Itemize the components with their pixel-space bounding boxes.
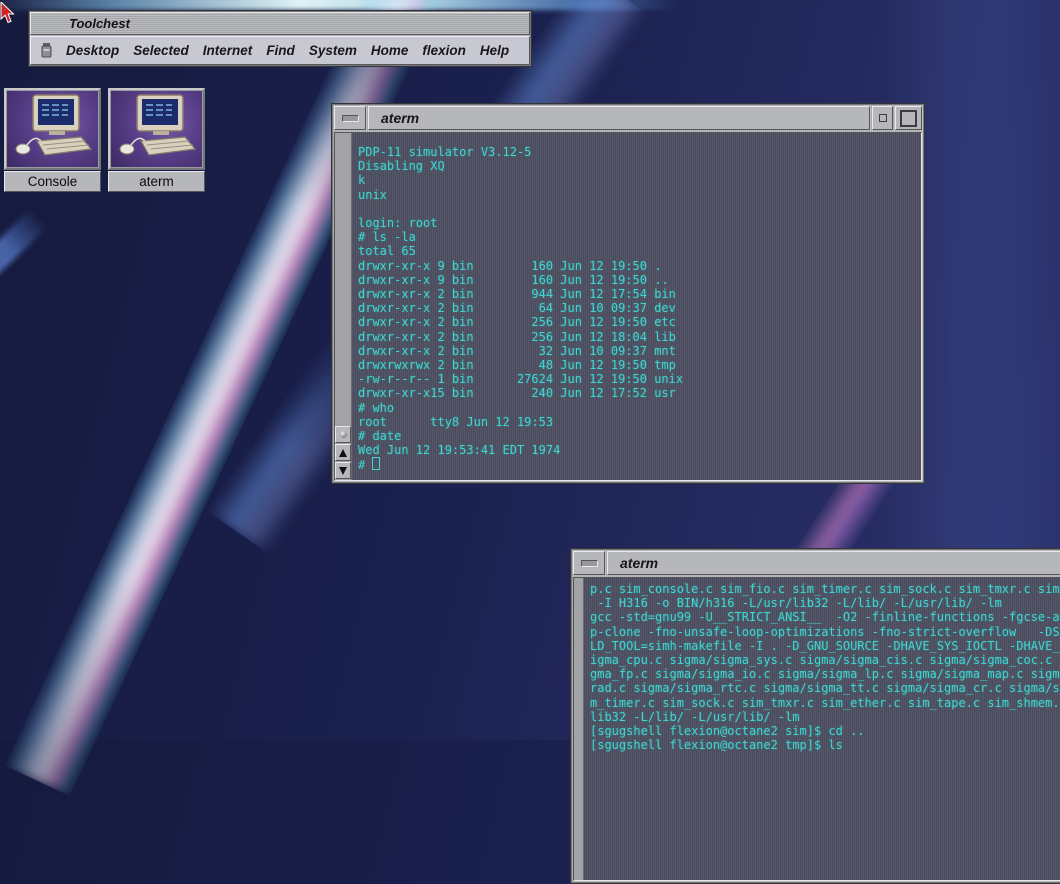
scrollbar-knob[interactable] (335, 426, 351, 443)
console-icon (4, 88, 101, 170)
toolchest-jar-icon (41, 43, 52, 58)
desktop-icon-aterm[interactable]: aterm (108, 88, 205, 192)
menu-item-help[interactable]: Help (480, 43, 509, 58)
menu-item-selected[interactable]: Selected (133, 43, 189, 58)
light-trail-top (0, 0, 680, 10)
aterm1-scrollbar[interactable] (335, 133, 352, 480)
menu-item-desktop[interactable]: Desktop (66, 43, 119, 58)
console-icon-label: Console (4, 171, 101, 192)
scrollbar-trough[interactable] (335, 133, 351, 426)
scrollbar-trough[interactable] (574, 578, 583, 880)
menu-item-internet[interactable]: Internet (203, 43, 253, 58)
aterm1-content: PDP-11 simulator V3.12-5 Disabling XQ k … (334, 132, 922, 481)
aterm1-title: aterm (368, 106, 870, 130)
minimize-icon (342, 115, 359, 122)
terminal1-screen[interactable]: PDP-11 simulator V3.12-5 Disabling XQ k … (352, 133, 921, 480)
terminal2-screen[interactable]: p.c sim_console.c sim_fio.c sim_timer.c … (584, 578, 1060, 880)
menu-item-home[interactable]: Home (371, 43, 409, 58)
light-trail-pink-left (0, 205, 52, 632)
toolchest-window: Toolchest Desktop Selected Internet Find… (28, 10, 532, 67)
restore-icon (879, 114, 887, 122)
toolchest-title: Toolchest (69, 16, 130, 31)
sgi-desktop: { "toolchest": { "title": "Toolchest", "… (0, 0, 1060, 740)
aterm2-titlebar[interactable]: aterm (573, 551, 1060, 575)
arrow-down-icon (339, 467, 347, 475)
terminal1-prompt: # (358, 457, 921, 472)
aterm1-titlebar[interactable]: aterm (334, 106, 922, 130)
scroll-down-button[interactable] (335, 462, 351, 479)
aterm-icon (108, 88, 205, 170)
scroll-up-button[interactable] (335, 444, 351, 461)
aterm-window-1: aterm PDP-11 simulator V3.12-5 Disabling… (331, 103, 925, 484)
maximize-icon (900, 110, 917, 127)
aterm-icon-label: aterm (108, 171, 205, 192)
menu-item-flexion[interactable]: flexion (422, 43, 466, 58)
terminal-cursor (372, 457, 380, 470)
restore-button[interactable] (872, 106, 893, 130)
aterm2-title: aterm (607, 551, 1060, 575)
minimize-button[interactable] (334, 106, 366, 130)
menu-item-find[interactable]: Find (266, 43, 295, 58)
minimize-icon (581, 560, 598, 567)
toolchest-menubar: Desktop Selected Internet Find System Ho… (30, 36, 530, 65)
menu-item-system[interactable]: System (309, 43, 357, 58)
toolchest-titlebar[interactable]: Toolchest (30, 12, 530, 35)
aterm-window-2: aterm p.c sim_console.c sim_fio.c sim_ti… (570, 548, 1060, 884)
aterm2-content: p.c sim_console.c sim_fio.c sim_timer.c … (573, 577, 1060, 881)
minimize-button-2[interactable] (573, 551, 605, 575)
arrow-up-icon (339, 449, 347, 457)
terminal2-output: p.c sim_console.c sim_fio.c sim_timer.c … (590, 582, 1060, 752)
mouse-pointer (0, 2, 16, 31)
knob-icon (340, 431, 347, 438)
desktop-icon-console[interactable]: Console (4, 88, 101, 192)
terminal1-output: PDP-11 simulator V3.12-5 Disabling XQ k … (358, 145, 921, 457)
aterm2-scrollbar[interactable] (574, 578, 584, 880)
maximize-button[interactable] (895, 106, 922, 130)
